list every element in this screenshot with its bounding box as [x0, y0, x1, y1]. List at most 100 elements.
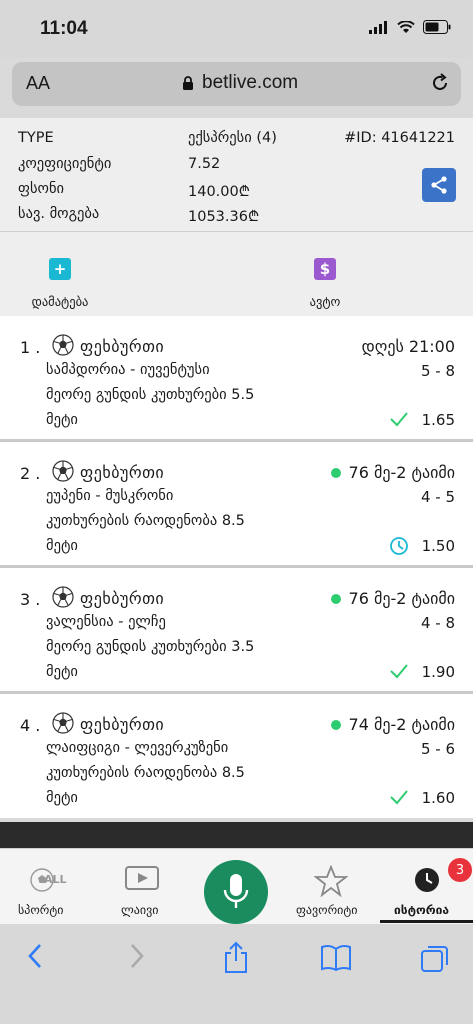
- history-icon: [415, 868, 439, 892]
- ticket-info-panel: TYPE ექსპრესი (4) #ID: 41641221 კოეფიციე…: [0, 118, 473, 232]
- tab-favorites-label: ფავორიტი: [296, 903, 358, 917]
- event-market: მეორე გუნდის კუთხურები 3.5: [46, 639, 255, 655]
- type-label: TYPE: [18, 130, 54, 146]
- browser-toolbar: [0, 924, 473, 1024]
- event-row[interactable]: 1 . ფეხბურთი დღეს 21:00 სამპდორია - იუვე…: [0, 316, 473, 442]
- event-number: 1 .: [20, 338, 41, 357]
- share-icon: [431, 176, 447, 194]
- dollar-icon: $: [314, 258, 336, 280]
- tabs-icon[interactable]: [420, 943, 450, 973]
- potential-win-value: 1053.36₾: [188, 209, 260, 225]
- event-status: 76 მე-2 ტაიმი: [330, 463, 455, 482]
- auto-button[interactable]: $ ავტო: [290, 258, 360, 309]
- event-row[interactable]: 3 . ფეხბურთი 76 მე-2 ტაიმი ვალენსია - ელ…: [0, 568, 473, 694]
- add-button[interactable]: + დამატება: [20, 258, 100, 309]
- url-text: betlive.com: [202, 72, 299, 93]
- event-teams: ლაიფციგი - ლევერკუზენი: [46, 740, 229, 756]
- lock-icon: [183, 75, 193, 90]
- soccer-ball-icon: [52, 334, 74, 356]
- event-teams: სამპდორია - იუვენტუსი: [46, 362, 210, 378]
- check-icon: [390, 790, 408, 805]
- live-dot: [330, 467, 341, 478]
- event-score: 5 - 6: [420, 740, 455, 758]
- stake-value: 140.00₾: [188, 184, 250, 200]
- event-list: 1 . ფეხბურთი დღეს 21:00 სამპდორია - იუვე…: [0, 316, 473, 818]
- potential-win-label: სავ. მოგება: [18, 206, 100, 222]
- sport-name: ფეხბურთი: [80, 589, 165, 608]
- share-button[interactable]: [422, 168, 456, 202]
- signal-icon: [369, 20, 387, 34]
- event-pick: მეტი: [46, 538, 78, 554]
- tab-history-label: ისტორია: [394, 903, 450, 917]
- live-dot: [330, 593, 341, 604]
- wifi-icon: [397, 20, 415, 33]
- check-icon: [390, 664, 408, 679]
- tab-live[interactable]: ლაივი: [94, 849, 188, 925]
- tab-sports-label: სპორტი: [18, 903, 64, 917]
- event-status-text: 76 მე-2 ტაიმი: [348, 589, 455, 608]
- event-status-text: 74 მე-2 ტაიმი: [348, 715, 455, 734]
- microphone-icon: [223, 874, 249, 908]
- sport-name: ფეხბურთი: [80, 337, 165, 356]
- address-bar[interactable]: AA betlive.com: [12, 62, 461, 106]
- soccer-ball-icon: [52, 712, 74, 734]
- type-value: ექსპრესი (4): [188, 130, 277, 146]
- event-status-text: დღეს 21:00: [361, 337, 455, 356]
- reload-icon[interactable]: [429, 72, 451, 94]
- event-score: 5 - 8: [420, 362, 455, 380]
- check-icon: [390, 412, 408, 427]
- event-number: 2 .: [20, 464, 41, 483]
- event-odd: 1.90: [421, 663, 455, 681]
- event-odd: 1.50: [421, 537, 455, 555]
- event-score: 4 - 5: [420, 488, 455, 506]
- soccer-ball-icon: [52, 460, 74, 482]
- ticket-actions: + დამატება $ ავტო: [0, 232, 473, 316]
- add-label: დამატება: [31, 294, 89, 309]
- bookmarks-icon[interactable]: [320, 944, 352, 972]
- ticket-id: #ID: 41641221: [344, 130, 455, 146]
- event-status: 76 მე-2 ტაიმი: [330, 589, 455, 608]
- forward-icon[interactable]: [124, 941, 148, 971]
- event-pick: მეტი: [46, 412, 78, 428]
- stake-label: ფსონი: [18, 181, 65, 197]
- event-status: 74 მე-2 ტაიმი: [330, 715, 455, 734]
- soccer-ball-icon: [52, 586, 74, 608]
- event-status-text: 76 მე-2 ტაიმი: [348, 463, 455, 482]
- status-bar: 11:04: [0, 0, 473, 58]
- event-market: მეორე გუნდის კუთხურები 5.5: [46, 387, 255, 403]
- event-number: 3 .: [20, 590, 41, 609]
- plus-icon: +: [49, 258, 71, 280]
- event-status: დღეს 21:00: [362, 337, 455, 356]
- active-tab-indicator: [380, 920, 473, 923]
- event-row[interactable]: 2 . ფეხბურთი 76 მე-2 ტაიმი ეუპენი - მუსკ…: [0, 442, 473, 568]
- battery-icon: [423, 20, 451, 34]
- event-score: 4 - 8: [420, 614, 455, 632]
- back-icon[interactable]: [24, 941, 48, 971]
- sports-all-text: ALL: [44, 873, 67, 886]
- status-icons: [369, 20, 451, 34]
- share-sheet-icon[interactable]: [222, 941, 250, 975]
- event-teams: ეუპენი - მუსკრონი: [46, 488, 174, 504]
- star-icon: [314, 865, 348, 897]
- tab-sports[interactable]: ALL სპორტი: [0, 849, 94, 925]
- sport-name: ფეხბურთი: [80, 463, 165, 482]
- clock-icon: [390, 537, 408, 555]
- history-badge: 3: [448, 858, 472, 882]
- status-time: 11:04: [40, 18, 88, 39]
- event-pick: მეტი: [46, 664, 78, 680]
- text-size-button[interactable]: AA: [26, 73, 50, 94]
- coefficient-value: 7.52: [188, 156, 221, 172]
- tab-live-label: ლაივი: [121, 903, 159, 917]
- sport-name: ფეხბურთი: [80, 715, 165, 734]
- tab-favorites[interactable]: ფავორიტი: [286, 849, 380, 925]
- url-display[interactable]: betlive.com: [182, 72, 298, 94]
- event-pick: მეტი: [46, 790, 78, 806]
- event-market: კუთხურების რაოდენობა 8.5: [46, 765, 245, 781]
- live-dot: [330, 719, 341, 730]
- play-icon: [125, 866, 159, 890]
- event-market: კუთხურების რაოდენობა 8.5: [46, 513, 245, 529]
- event-row[interactable]: 4 . ფეხბურთი 74 მე-2 ტაიმი ლაიფციგი - ლე…: [0, 694, 473, 818]
- event-odd: 1.60: [421, 789, 455, 807]
- voice-search-button[interactable]: [204, 860, 268, 924]
- event-number: 4 .: [20, 716, 41, 735]
